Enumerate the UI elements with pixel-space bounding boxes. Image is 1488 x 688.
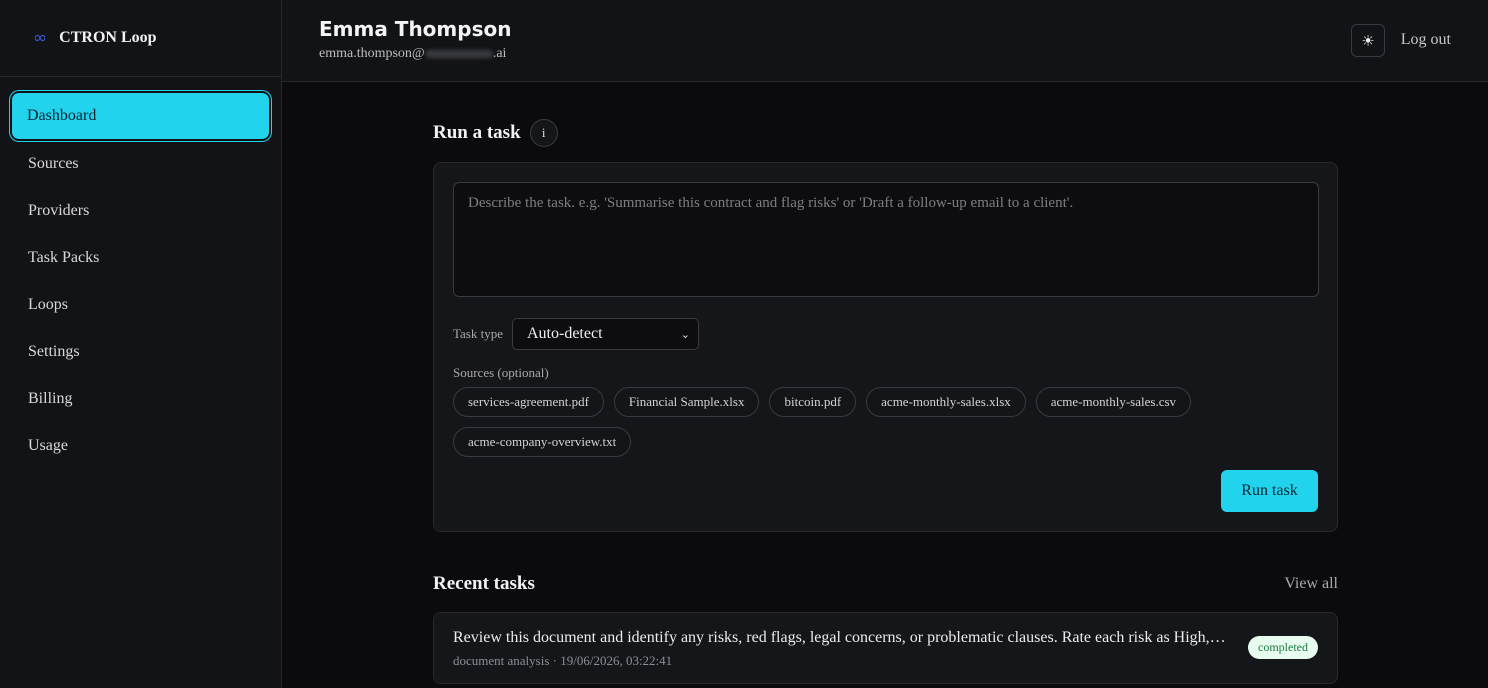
- chevron-down-icon: ⌄: [680, 327, 690, 341]
- top-bar: Emma Thompson emma.thompson@ .ai ☀ Log ou…: [282, 0, 1488, 82]
- task-description-input[interactable]: [453, 182, 1319, 297]
- sidebar-item-settings[interactable]: Settings: [0, 328, 281, 375]
- run-task-header: Run a task i: [433, 119, 558, 147]
- sidebar-item-usage[interactable]: Usage: [0, 422, 281, 469]
- sidebar-item-providers[interactable]: Providers: [0, 187, 281, 234]
- status-badge: completed: [1248, 636, 1318, 659]
- view-all-link[interactable]: View all: [1284, 575, 1338, 593]
- user-email-prefix: emma.thompson@: [319, 46, 425, 61]
- recent-tasks-header: Recent tasks View all: [433, 573, 1338, 595]
- info-icon[interactable]: i: [529, 119, 558, 147]
- source-chip[interactable]: services-agreement.pdf: [453, 387, 604, 417]
- user-email: emma.thompson@ .ai: [319, 46, 506, 62]
- sidebar: ∞ CTRON Loop Dashboard Sources Providers…: [0, 0, 282, 688]
- redacted-text: [424, 49, 493, 58]
- sidebar-item-loops[interactable]: Loops: [0, 281, 281, 328]
- user-email-suffix: .ai: [492, 46, 507, 61]
- task-type-select[interactable]: Auto-detect ⌄: [512, 318, 699, 350]
- recent-tasks-title: Recent tasks: [433, 573, 535, 594]
- run-task-title: Run a task: [433, 122, 521, 143]
- source-chip[interactable]: Financial Sample.xlsx: [613, 387, 760, 417]
- infinity-icon: ∞: [33, 28, 48, 48]
- logout-button[interactable]: Log out: [1401, 31, 1451, 49]
- sidebar-nav: Dashboard Sources Providers Task Packs L…: [0, 77, 281, 469]
- sidebar-item-task-packs[interactable]: Task Packs: [0, 234, 281, 281]
- run-task-button[interactable]: Run task: [1221, 470, 1318, 512]
- task-meta: document analysis · 19/06/2026, 03:22:41: [453, 653, 673, 668]
- sources-chip-list: services-agreement.pdf Financial Sample.…: [453, 387, 1303, 457]
- sidebar-item-billing[interactable]: Billing: [0, 375, 281, 422]
- theme-toggle-button[interactable]: ☀: [1351, 24, 1385, 57]
- source-chip[interactable]: bitcoin.pdf: [769, 387, 857, 417]
- task-title: Review this document and identify any ri…: [453, 629, 1228, 646]
- recent-task-item[interactable]: Review this document and identify any ri…: [433, 612, 1338, 684]
- source-chip[interactable]: acme-company-overview.txt: [453, 427, 632, 457]
- run-task-card: Task type Auto-detect ⌄ Sources (optiona…: [433, 162, 1338, 532]
- source-chip[interactable]: acme-monthly-sales.csv: [1035, 387, 1192, 417]
- sidebar-item-sources[interactable]: Sources: [0, 140, 281, 187]
- brand-name: CTRON Loop: [59, 29, 157, 46]
- sources-label: Sources (optional): [453, 365, 549, 380]
- brand[interactable]: ∞ CTRON Loop: [0, 0, 281, 77]
- task-type-row: Task type Auto-detect ⌄: [453, 318, 699, 350]
- source-chip[interactable]: acme-monthly-sales.xlsx: [866, 387, 1026, 417]
- task-type-label: Task type: [453, 326, 503, 341]
- sun-icon: ☀: [1361, 31, 1375, 50]
- user-name: Emma Thompson: [319, 17, 512, 41]
- sidebar-item-dashboard[interactable]: Dashboard: [12, 93, 269, 139]
- task-type-value: Auto-detect: [527, 325, 603, 342]
